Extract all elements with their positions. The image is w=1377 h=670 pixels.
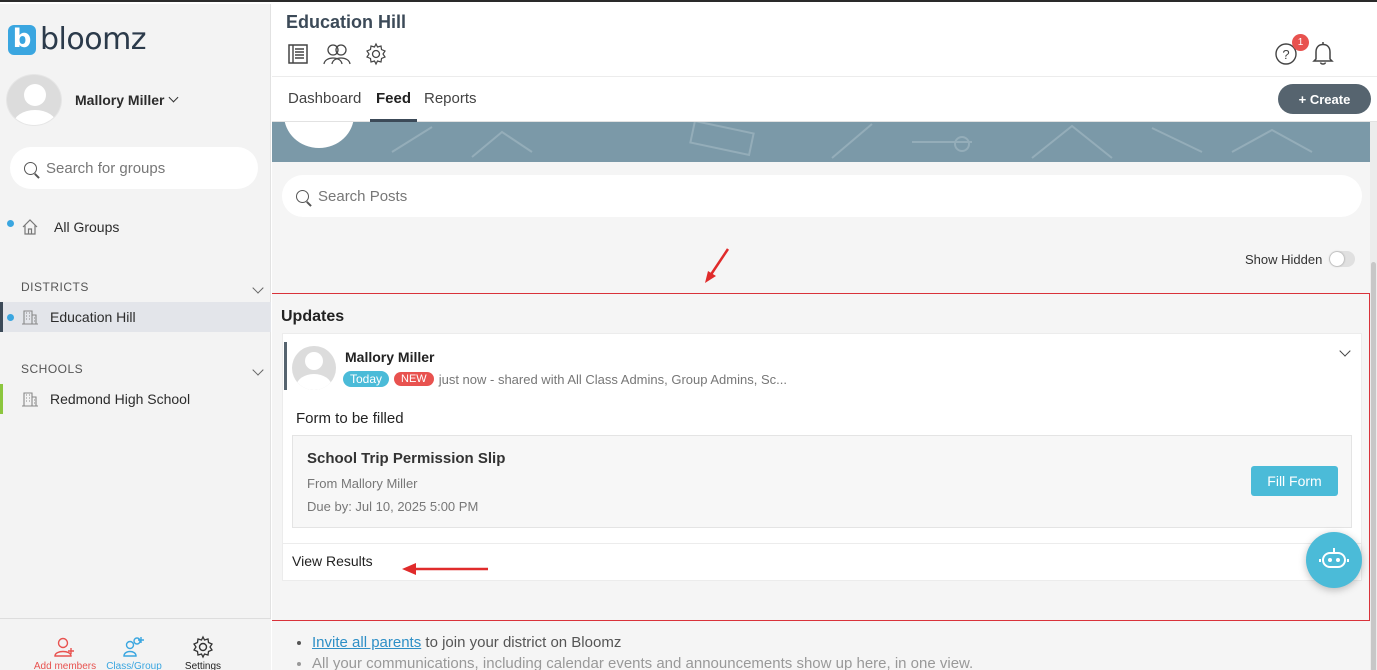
districts-section-title: DISTRICTS	[21, 280, 89, 294]
view-results-link[interactable]: View Results	[292, 553, 373, 569]
bloomz-logo[interactable]: b bloomz	[8, 22, 147, 57]
gear-icon	[193, 635, 213, 659]
new-badge: NEW	[394, 372, 434, 386]
banner-pattern	[391, 122, 1313, 159]
building-icon	[22, 392, 38, 407]
gear-icon[interactable]	[364, 42, 388, 66]
add-members-label: Add members	[33, 661, 97, 670]
empty-state-tips: Invite all parents to join your district…	[312, 634, 973, 670]
building-icon	[22, 310, 38, 325]
svg-text:?: ?	[1282, 47, 1289, 62]
chatbot-button[interactable]	[1306, 532, 1362, 588]
updates-heading: Updates	[281, 308, 345, 325]
show-hidden-toggle[interactable]: Show Hidden	[1245, 251, 1356, 267]
school-indicator	[0, 384, 3, 414]
home-icon	[22, 219, 38, 235]
chevron-down-icon[interactable]	[252, 282, 264, 294]
form-attachment: School Trip Permission Slip From Mallory…	[292, 435, 1352, 528]
tab-dashboard[interactable]: Dashboard	[288, 90, 361, 107]
settings-button[interactable]: Settings	[163, 635, 243, 670]
toggle-switch[interactable]	[1329, 251, 1356, 267]
avatar[interactable]	[292, 346, 336, 390]
group-search	[10, 147, 258, 189]
post-card: Mallory Miller Today NEW just now - shar…	[282, 333, 1362, 581]
form-due-date: Due by: Jul 10, 2025 5:00 PM	[307, 499, 479, 514]
search-icon	[296, 189, 309, 203]
sidebar-bottom-bar: Add members Class/Group Settings	[0, 618, 271, 670]
page-title: Education Hill	[286, 12, 407, 32]
tip-item: Invite all parents to join your district…	[312, 634, 973, 651]
schools-section-title: SCHOOLS	[21, 362, 84, 376]
unread-dot	[7, 220, 14, 227]
logo-mark: b	[8, 24, 36, 55]
fill-form-button[interactable]: Fill Form	[1251, 466, 1338, 496]
post-author[interactable]: Mallory Miller	[345, 349, 434, 365]
add-members-button[interactable]: Add members	[25, 635, 105, 670]
sidebar-item-label: All Groups	[54, 219, 120, 235]
post-meta: Today NEW just now - shared with All Cla…	[343, 371, 787, 387]
class-group-label: Class/Group	[106, 661, 162, 670]
tab-bar: Dashboard Feed Reports + Create	[272, 76, 1377, 122]
tab-reports[interactable]: Reports	[424, 90, 477, 107]
show-hidden-label: Show Hidden	[1245, 251, 1323, 267]
post-search	[282, 175, 1362, 217]
post-search-input[interactable]	[318, 187, 1218, 205]
notification-count-badge: 1	[1292, 34, 1309, 51]
form-from: From Mallory Miller	[307, 476, 418, 491]
form-title: School Trip Permission Slip	[307, 450, 506, 467]
avatar	[6, 74, 62, 126]
top-header: Education Hill ? 1	[272, 4, 1377, 76]
newsfeed-icon[interactable]	[286, 42, 310, 66]
sidebar-item-label: Redmond High School	[50, 391, 191, 407]
group-add-icon	[123, 637, 144, 657]
tip-item: All your communications, including calen…	[312, 655, 973, 670]
tip-text: to join your district on Bloomz	[421, 634, 622, 651]
tab-feed[interactable]: Feed	[376, 90, 411, 107]
header-icon-bar	[286, 42, 388, 66]
sidebar-item-label: Education Hill	[50, 309, 136, 325]
add-person-icon	[54, 637, 74, 657]
create-button[interactable]: + Create	[1278, 84, 1371, 114]
chevron-down-icon[interactable]	[1339, 345, 1351, 357]
unread-dot	[7, 314, 14, 321]
class-group-button[interactable]: Class/Group	[94, 635, 174, 670]
divider	[283, 543, 1361, 544]
scrollbar-thumb[interactable]	[1371, 262, 1376, 670]
main-feed: Show Hidden Updates Mallory Miller Today…	[272, 122, 1377, 670]
tip-text: All your communications, including calen…	[312, 655, 974, 670]
chevron-down-icon	[169, 92, 179, 102]
bell-icon[interactable]	[1312, 40, 1334, 66]
sidebar-item-education-hill[interactable]: Education Hill	[0, 302, 271, 332]
search-icon	[24, 161, 37, 175]
post-meta-text: just now - shared with All Class Admins,…	[438, 371, 787, 387]
sidebar-item-all-groups[interactable]: All Groups	[0, 212, 271, 242]
chevron-down-icon[interactable]	[252, 364, 264, 376]
annotation-arrow-left	[402, 563, 488, 575]
annotation-arrow-down	[705, 248, 730, 283]
group-search-input[interactable]	[46, 159, 236, 177]
group-banner	[272, 122, 1370, 162]
post-body: Form to be filled	[296, 410, 404, 427]
active-indicator	[0, 302, 3, 332]
settings-label: Settings	[184, 661, 222, 670]
robot-icon	[1319, 548, 1349, 568]
invite-parents-link[interactable]: Invite all parents	[312, 634, 421, 651]
user-name: Mallory Miller	[75, 92, 165, 108]
today-badge: Today	[343, 371, 390, 387]
people-icon[interactable]	[322, 42, 352, 66]
sidebar-item-redmond-high-school[interactable]: Redmond High School	[0, 384, 271, 414]
post-accent-bar	[284, 342, 287, 390]
user-profile-menu[interactable]: Mallory Miller	[6, 74, 179, 126]
sidebar: b bloomz Mallory Miller All Groups DISTR…	[0, 4, 271, 670]
logo-text: bloomz	[40, 22, 147, 57]
